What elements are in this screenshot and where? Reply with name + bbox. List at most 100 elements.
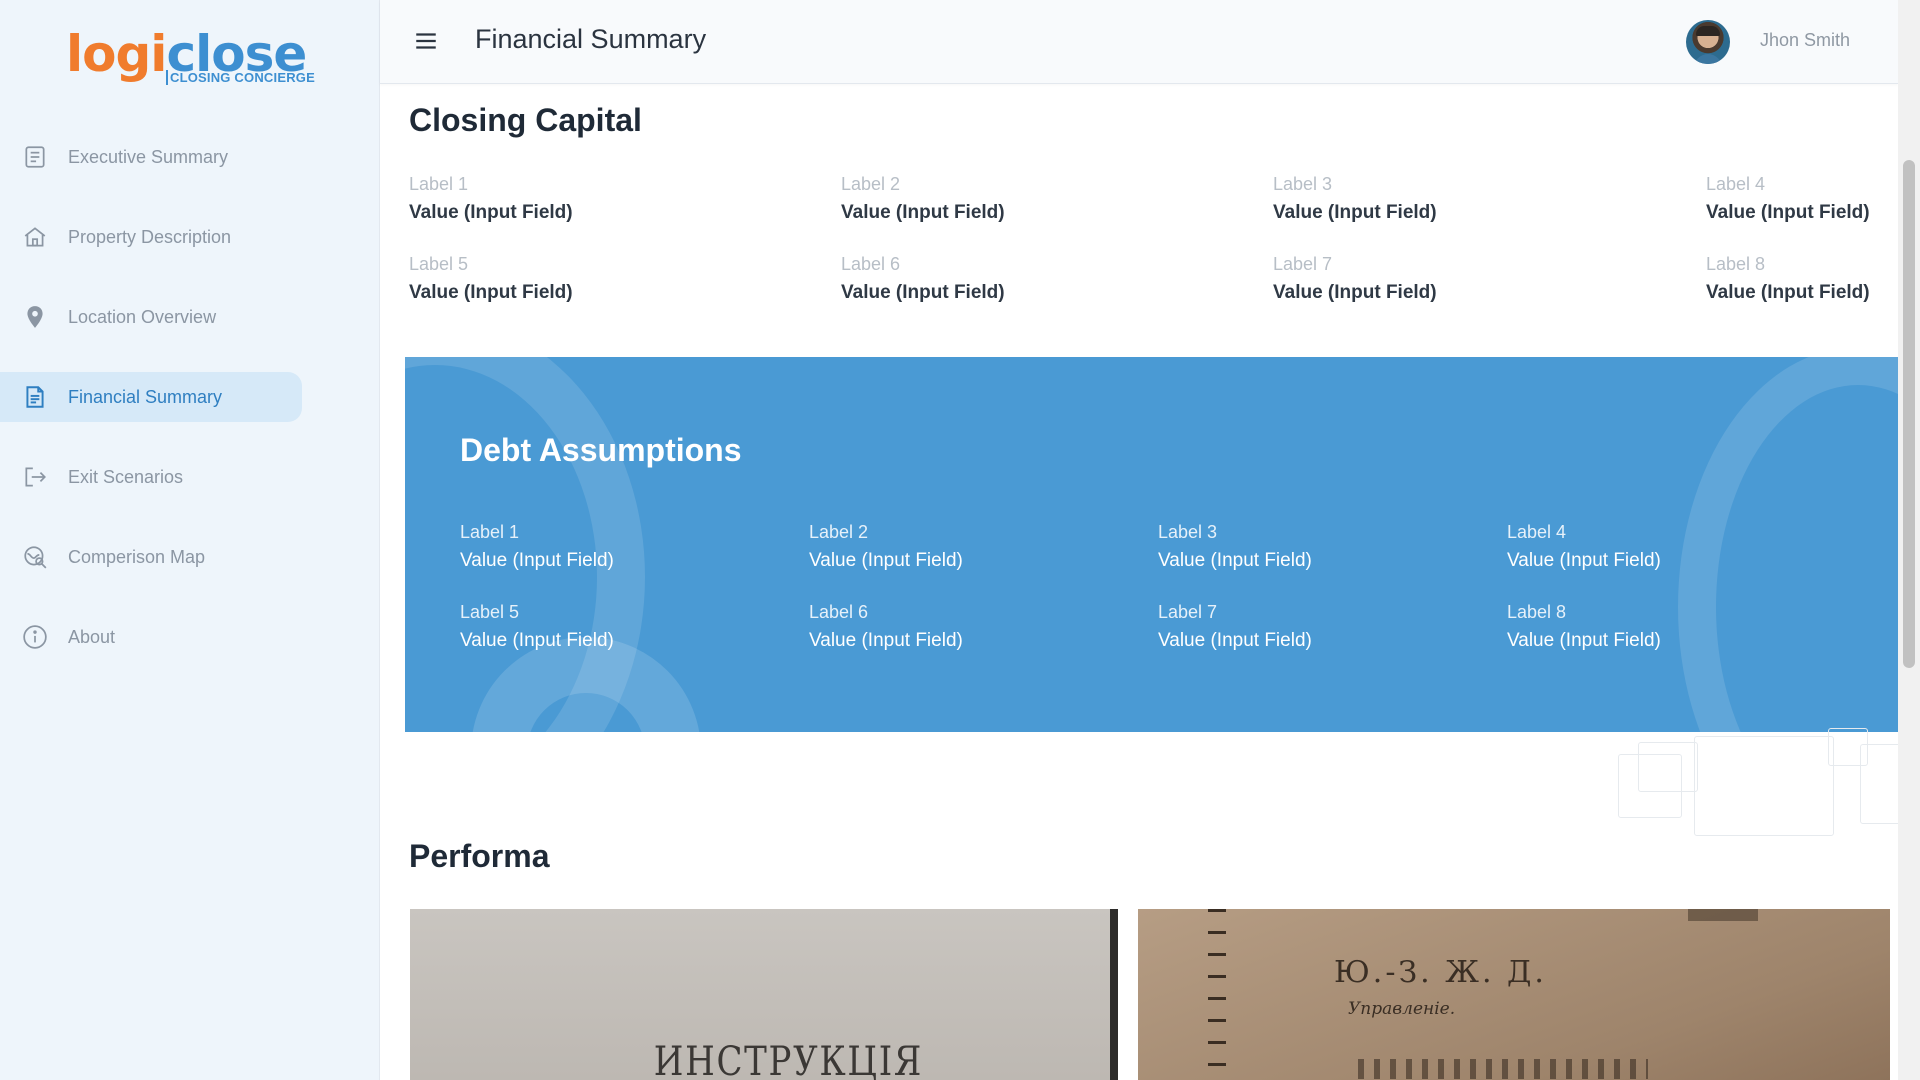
photo-text: ИНСТРУКЦІЯ [653, 1039, 924, 1080]
closing-capital-field-2: Label 2 Value (Input Field) [841, 174, 1141, 224]
sidebar-item-financial-summary[interactable]: Financial Summary [0, 372, 302, 422]
field-value[interactable]: Value (Input Field) [1706, 202, 1898, 224]
sidebar-item-property-description[interactable]: Property Description [0, 212, 380, 262]
home-icon [24, 227, 46, 247]
performa-title: Performa [409, 838, 550, 874]
user-name[interactable]: Jhon Smith [1760, 30, 1850, 51]
page-title: Financial Summary [475, 24, 707, 54]
field-value[interactable]: Value (Input Field) [1507, 630, 1807, 652]
document-icon [26, 386, 44, 408]
field-value[interactable]: Value (Input Field) [841, 282, 1141, 304]
field-label: Label 6 [809, 602, 869, 622]
field-label: Label 1 [409, 174, 469, 194]
debt-field-3: Label 3 Value (Input Field) [1158, 522, 1458, 572]
field-label: Label 5 [409, 254, 469, 274]
debt-field-5: Label 5 Value (Input Field) [460, 602, 760, 652]
location-pin-icon [27, 306, 43, 328]
field-value[interactable]: Value (Input Field) [1158, 550, 1458, 572]
avatar[interactable] [1686, 20, 1730, 64]
field-value[interactable]: Value (Input Field) [1273, 282, 1573, 304]
field-label: Label 4 [1507, 522, 1567, 542]
debt-assumptions-title: Debt Assumptions [460, 432, 742, 468]
scrollbar-thumb[interactable] [1903, 160, 1915, 668]
sidebar-item-label: About [68, 626, 116, 647]
field-value[interactable]: Value (Input Field) [409, 202, 709, 224]
sidebar-nav: Executive Summary Property Description L… [0, 132, 380, 692]
debt-field-2: Label 2 Value (Input Field) [809, 522, 1109, 572]
field-value[interactable]: Value (Input Field) [1158, 630, 1458, 652]
performa-image-instruction[interactable]: ИНСТРУКЦІЯ [410, 909, 1118, 1080]
sidebar-item-label: Comperison Map [68, 546, 206, 567]
decorative-squares [1598, 728, 1898, 842]
sidebar-item-executive-summary[interactable]: Executive Summary [0, 132, 380, 182]
sidebar-item-label: Financial Summary [68, 386, 223, 407]
decorative-square [1638, 742, 1698, 792]
top-header: Financial Summary Jhon Smith [380, 0, 1898, 84]
field-value[interactable]: Value (Input Field) [809, 550, 1109, 572]
decorative-square [1694, 736, 1834, 836]
field-value[interactable]: Value (Input Field) [1507, 550, 1807, 572]
sidebar-item-location-overview[interactable]: Location Overview [0, 292, 380, 342]
map-search-icon [24, 546, 47, 569]
field-label: Label 6 [841, 254, 901, 274]
sidebar-item-comperison-map[interactable]: Comperison Map [0, 532, 380, 582]
photo-mark [1688, 909, 1758, 921]
field-value[interactable]: Value (Input Field) [809, 630, 1109, 652]
sidebar-item-label: Exit Scenarios [68, 466, 184, 487]
app-root: logiclose CLOSING CONCIERGE Executive Su… [0, 0, 1920, 1080]
field-label: Label 2 [841, 174, 901, 194]
closing-capital-field-4: Label 4 Value (Input Field) [1706, 174, 1898, 224]
closing-capital-field-5: Label 5 Value (Input Field) [409, 254, 709, 304]
closing-capital-field-3: Label 3 Value (Input Field) [1273, 174, 1573, 224]
debt-field-4: Label 4 Value (Input Field) [1507, 522, 1807, 572]
closing-capital-field-6: Label 6 Value (Input Field) [841, 254, 1141, 304]
decorative-square [1860, 744, 1898, 824]
logo-tagline: CLOSING CONCIERGE [166, 70, 315, 85]
sidebar-item-exit-scenarios[interactable]: Exit Scenarios [0, 452, 380, 502]
field-value[interactable]: Value (Input Field) [1273, 202, 1573, 224]
sidebar-item-label: Executive Summary [68, 146, 229, 167]
field-label: Label 4 [1706, 174, 1766, 194]
photo-edge [1110, 909, 1118, 1080]
photo-heading: Ю.-З. Ж. Д. [1334, 955, 1547, 990]
info-icon [23, 625, 47, 649]
debt-field-6: Label 6 Value (Input Field) [809, 602, 1109, 652]
sidebar-item-label: Location Overview [68, 306, 217, 327]
debt-field-8: Label 8 Value (Input Field) [1507, 602, 1807, 652]
document-icon [25, 146, 45, 168]
sidebar: logiclose CLOSING CONCIERGE Executive Su… [0, 0, 380, 1080]
field-value[interactable]: Value (Input Field) [460, 550, 760, 572]
photo-subheading: Управленіе. [1348, 999, 1456, 1019]
photo-spiral-binding [1208, 909, 1226, 1080]
field-label: Label 3 [1273, 174, 1333, 194]
debt-assumptions-panel: Debt Assumptions Label 1 Value (Input Fi… [405, 357, 1898, 732]
debt-field-1: Label 1 Value (Input Field) [460, 522, 760, 572]
logo[interactable]: logiclose CLOSING CONCIERGE [66, 26, 326, 96]
field-value[interactable]: Value (Input Field) [1706, 282, 1898, 304]
closing-capital-title: Closing Capital [409, 102, 642, 138]
exit-icon [25, 467, 46, 487]
field-value[interactable]: Value (Input Field) [460, 630, 760, 652]
closing-capital-field-1: Label 1 Value (Input Field) [409, 174, 709, 224]
photo-illustration [1358, 1059, 1648, 1079]
closing-capital-field-8: Label 8 Value (Input Field) [1706, 254, 1898, 304]
field-label: Label 3 [1158, 522, 1218, 542]
field-label: Label 5 [460, 602, 520, 622]
logo-text-mid: gi [115, 25, 168, 83]
field-label: Label 1 [460, 522, 520, 542]
closing-capital-field-7: Label 7 Value (Input Field) [1273, 254, 1573, 304]
field-label: Label 8 [1507, 602, 1567, 622]
sidebar-item-label: Property Description [68, 226, 232, 247]
main-content: Closing Capital Label 1 Value (Input Fie… [380, 84, 1898, 1080]
field-label: Label 2 [809, 522, 869, 542]
performa-image-document[interactable]: Ю.-З. Ж. Д. Управленіе. [1138, 909, 1890, 1080]
field-label: Label 8 [1706, 254, 1766, 274]
field-value[interactable]: Value (Input Field) [409, 282, 709, 304]
debt-field-7: Label 7 Value (Input Field) [1158, 602, 1458, 652]
field-label: Label 7 [1273, 254, 1333, 274]
sidebar-item-about[interactable]: About [0, 612, 380, 662]
hamburger-menu-icon[interactable] [413, 28, 439, 54]
field-label: Label 7 [1158, 602, 1218, 622]
field-value[interactable]: Value (Input Field) [841, 202, 1141, 224]
vertical-scrollbar[interactable] [1898, 0, 1920, 1080]
